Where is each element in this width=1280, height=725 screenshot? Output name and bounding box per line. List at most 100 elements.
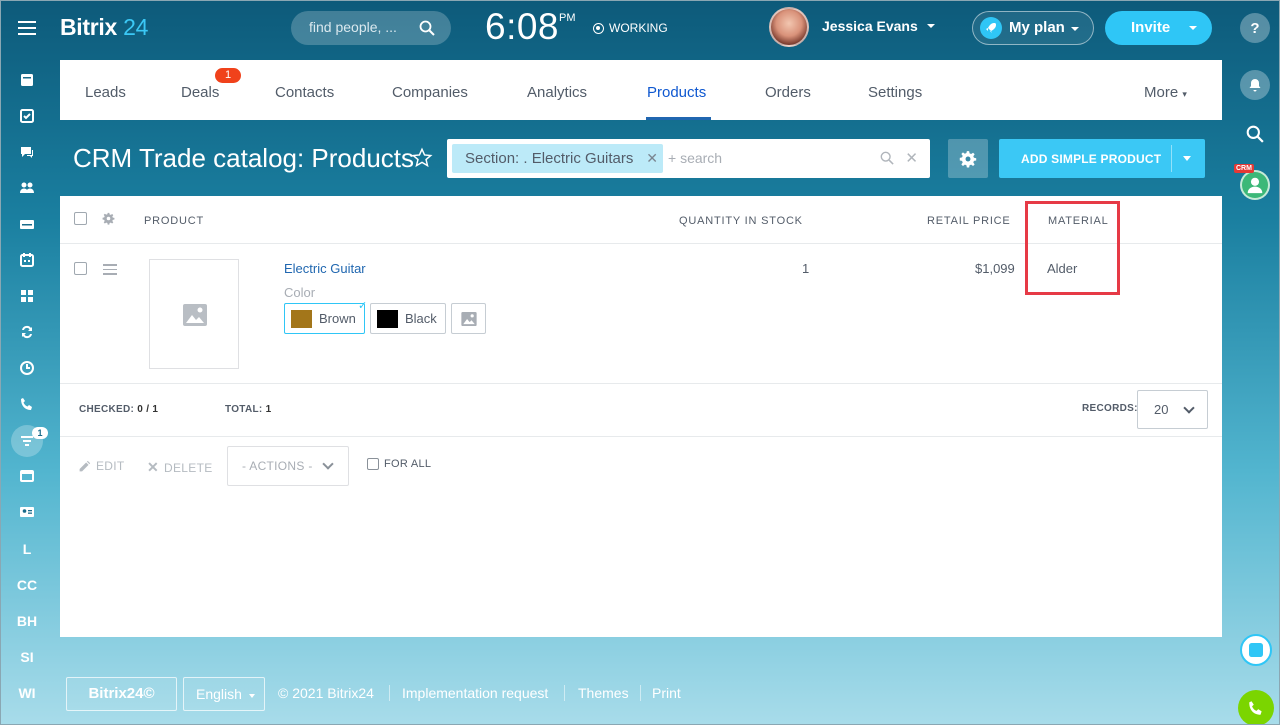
tab-more[interactable]: More ▾ (1144, 84, 1187, 101)
left-sidebar: 1 L CC BH SI WI (0, 0, 54, 725)
gear-icon (959, 150, 977, 168)
my-plan-button[interactable]: My plan (972, 11, 1094, 45)
products-grid: PRODUCT QUANTITY IN STOCK RETAIL PRICE M… (60, 196, 1222, 637)
delete-action[interactable]: ✕ DELETE (147, 459, 213, 476)
chevron-down-icon (1189, 26, 1197, 30)
row-divider (60, 383, 1222, 384)
tasks-icon[interactable] (17, 106, 37, 126)
chat-icon[interactable] (17, 142, 37, 162)
drive-icon[interactable] (17, 214, 37, 234)
records-label: RECORDS: (1082, 403, 1138, 414)
work-status[interactable]: WORKING (593, 21, 668, 35)
avatar[interactable] (769, 7, 809, 47)
status-icon (593, 22, 604, 34)
menu-icon[interactable] (18, 21, 36, 35)
invite-button[interactable]: Invite (1105, 11, 1212, 45)
tab-products[interactable]: Products (647, 84, 706, 101)
color-swatch-brown[interactable]: Brown (284, 303, 365, 334)
check-icon: ✓ (358, 300, 368, 312)
sidebar-item-l[interactable]: L (0, 541, 54, 557)
color-name: Brown (319, 311, 356, 326)
product-image-placeholder[interactable] (149, 259, 239, 369)
crm-contact-button[interactable] (1240, 170, 1270, 200)
total-value: 1 (265, 404, 272, 415)
sidebar-item-wi[interactable]: WI (0, 685, 54, 701)
button-divider (1171, 145, 1172, 172)
tab-leads[interactable]: Leads (85, 84, 126, 101)
filter-search-input[interactable] (668, 150, 848, 166)
user-name[interactable]: Jessica Evans (822, 18, 918, 34)
chevron-down-icon[interactable] (1183, 156, 1191, 161)
footer-separator (640, 685, 641, 701)
sidebar-item-si[interactable]: SI (0, 649, 54, 665)
product-name-link[interactable]: Electric Guitar (284, 261, 366, 276)
gear-icon[interactable] (102, 212, 115, 225)
star-icon[interactable] (411, 147, 433, 169)
language-select[interactable]: English (183, 677, 265, 711)
sidebar-item-cc[interactable]: CC (0, 577, 54, 593)
column-header-price[interactable]: RETAIL PRICE (927, 215, 1011, 227)
search-icon[interactable] (1246, 125, 1264, 143)
global-search[interactable] (291, 11, 451, 45)
search-input[interactable] (309, 19, 409, 35)
chat-widget-button[interactable] (1240, 634, 1272, 666)
for-all-checkbox[interactable]: FOR ALL (367, 458, 431, 470)
phone-icon[interactable] (17, 394, 37, 414)
implementation-request-link[interactable]: Implementation request (402, 685, 548, 701)
row-checkbox[interactable] (74, 262, 87, 275)
close-icon[interactable]: ✕ (905, 149, 918, 167)
footer-logo-button[interactable]: Bitrix24© (66, 677, 177, 711)
contact-center-icon[interactable] (17, 502, 37, 522)
select-all-checkbox[interactable] (74, 212, 87, 225)
records-per-page-select[interactable]: 20 (1137, 390, 1208, 429)
actions-select[interactable]: - ACTIONS - (227, 446, 349, 486)
feed-icon[interactable] (17, 70, 37, 90)
themes-link[interactable]: Themes (578, 685, 629, 701)
apps-icon[interactable] (17, 286, 37, 306)
crm-tag: CRM (1234, 164, 1254, 173)
sites-icon[interactable] (17, 466, 37, 486)
image-swatch[interactable] (451, 303, 486, 334)
material-highlight-box (1025, 201, 1120, 295)
filter-bar[interactable]: Section: . Electric Guitars ✕ ✕ (447, 139, 930, 178)
color-square (291, 310, 312, 328)
sidebar-item-bh[interactable]: BH (0, 613, 54, 629)
tab-companies[interactable]: Companies (392, 84, 468, 101)
close-icon[interactable]: ✕ (646, 150, 658, 167)
color-swatch-black[interactable]: Black (370, 303, 446, 334)
settings-button[interactable] (948, 139, 988, 178)
edit-action[interactable]: EDIT (78, 459, 125, 473)
call-button[interactable] (1238, 690, 1274, 725)
bitrix-logo[interactable]: Bitrix 24 (60, 14, 148, 41)
add-simple-product-button[interactable]: ADD SIMPLE PRODUCT (999, 139, 1205, 178)
price-cell: $1,099 (975, 261, 1015, 276)
column-header-product[interactable]: PRODUCT (144, 215, 204, 227)
automation-icon[interactable] (17, 322, 37, 342)
clock-time[interactable]: 6:08 (485, 6, 559, 48)
tab-orders[interactable]: Orders (765, 84, 811, 101)
time-icon[interactable] (17, 358, 37, 378)
notifications-button[interactable] (1240, 70, 1270, 100)
my-plan-label: My plan (1009, 19, 1065, 36)
filter-chip[interactable]: Section: . Electric Guitars ✕ (452, 144, 663, 173)
status-label: WORKING (609, 21, 668, 35)
groups-icon[interactable] (17, 178, 37, 198)
calendar-icon[interactable] (17, 250, 37, 270)
help-button[interactable]: ? (1240, 13, 1270, 43)
search-icon[interactable] (419, 20, 435, 36)
tab-deals[interactable]: Deals (181, 84, 219, 101)
tab-settings[interactable]: Settings (868, 84, 922, 101)
checked-label: CHECKED: (79, 404, 135, 415)
column-header-quantity[interactable]: QUANTITY IN STOCK (679, 215, 803, 227)
checkbox[interactable] (367, 458, 379, 470)
search-icon[interactable] (880, 151, 894, 165)
close-icon: ✕ (147, 459, 160, 475)
row-menu-icon[interactable] (103, 264, 117, 278)
page-title: CRM Trade catalog: Products (73, 143, 415, 173)
user-caret-icon[interactable] (927, 24, 935, 28)
footer-divider (60, 436, 1222, 437)
tab-contacts[interactable]: Contacts (275, 84, 334, 101)
color-label: Color (284, 285, 316, 300)
print-link[interactable]: Print (652, 685, 681, 701)
tab-analytics[interactable]: Analytics (527, 84, 587, 101)
